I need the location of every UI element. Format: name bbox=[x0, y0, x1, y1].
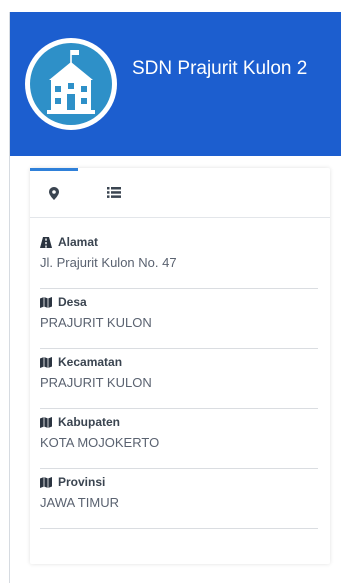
district-label: Kecamatan bbox=[58, 355, 123, 369]
village-label: Desa bbox=[58, 295, 87, 309]
address-value: Jl. Prajurit Kulon No. 47 bbox=[40, 255, 177, 270]
list-item: Alamat Jl. Prajurit Kulon No. 47 bbox=[40, 230, 318, 289]
tab-bar bbox=[30, 168, 330, 218]
list-item: Kabupaten KOTA MOJOKERTO bbox=[40, 410, 318, 469]
map-icon bbox=[40, 296, 52, 308]
info-panel: Alamat Jl. Prajurit Kulon No. 47 Desa PR… bbox=[30, 168, 330, 564]
school-info-list: Alamat Jl. Prajurit Kulon No. 47 Desa PR… bbox=[40, 230, 318, 530]
address-label: Alamat bbox=[58, 235, 99, 249]
province-value: JAWA TIMUR bbox=[40, 495, 119, 510]
map-icon bbox=[40, 416, 52, 428]
map-icon bbox=[40, 356, 52, 368]
list-item: Kecamatan PRAJURIT KULON bbox=[40, 350, 318, 409]
district-value: PRAJURIT KULON bbox=[40, 375, 152, 390]
province-label: Provinsi bbox=[58, 475, 106, 489]
tab-location[interactable] bbox=[30, 168, 78, 216]
school-header: SDN Prajurit Kulon 2 bbox=[10, 12, 341, 156]
list-item: Provinsi JAWA TIMUR bbox=[40, 470, 318, 529]
school-title: SDN Prajurit Kulon 2 bbox=[132, 58, 308, 79]
list-icon bbox=[107, 186, 121, 198]
regency-value: KOTA MOJOKERTO bbox=[40, 435, 160, 450]
list-item: Desa PRAJURIT KULON bbox=[40, 290, 318, 349]
village-value: PRAJURIT KULON bbox=[40, 315, 152, 330]
road-icon bbox=[40, 236, 52, 248]
tab-details[interactable] bbox=[90, 168, 138, 216]
map-marker-icon bbox=[49, 187, 59, 200]
map-icon bbox=[40, 476, 52, 488]
regency-label: Kabupaten bbox=[58, 415, 121, 429]
school-building-icon bbox=[25, 38, 117, 130]
